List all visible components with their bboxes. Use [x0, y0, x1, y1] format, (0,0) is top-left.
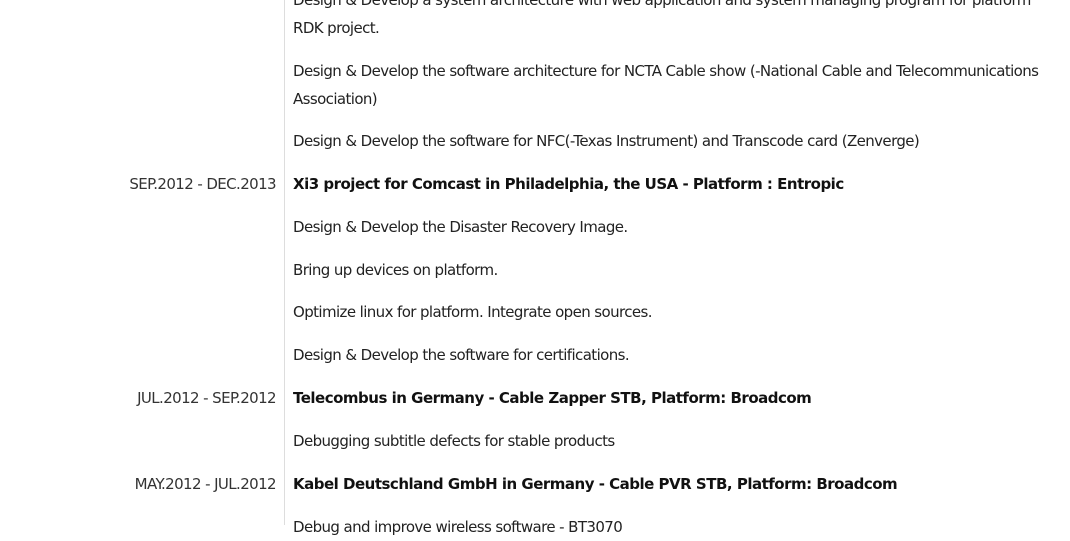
project-description: Design & Develop the Disaster Recovery I…	[293, 218, 628, 236]
project-title: Xi3 project for Comcast in Philadelphia,…	[293, 175, 844, 193]
project-description: Design & Develop the software architectu…	[293, 62, 1039, 108]
project-date-range: SEP.2012 - DEC.2013	[129, 175, 276, 193]
project-date-range: JUL.2012 - SEP.2012	[137, 389, 277, 407]
project-description: Optimize linux for platform. Integrate o…	[293, 303, 652, 321]
project-description: Debug and improve wireless software - BT…	[293, 518, 623, 536]
project-description: Bring up devices on platform.	[293, 261, 498, 279]
project-date-range: MAY.2012 - JUL.2012	[134, 475, 277, 493]
project-title: Kabel Deutschland GmbH in Germany - Cabl…	[293, 475, 898, 493]
experience-timeline: Design & Develop a system architecture w…	[0, 0, 1070, 536]
project-description: Debugging subtitle defects for stable pr…	[293, 432, 615, 450]
timeline-divider	[284, 0, 285, 525]
project-title: Telecombus in Germany - Cable Zapper STB…	[293, 389, 812, 407]
project-description: Design & Develop the software for NFC(-T…	[293, 132, 920, 150]
project-description: Design & Develop a system architecture w…	[293, 0, 1031, 37]
project-description: Design & Develop the software for certif…	[293, 346, 630, 364]
